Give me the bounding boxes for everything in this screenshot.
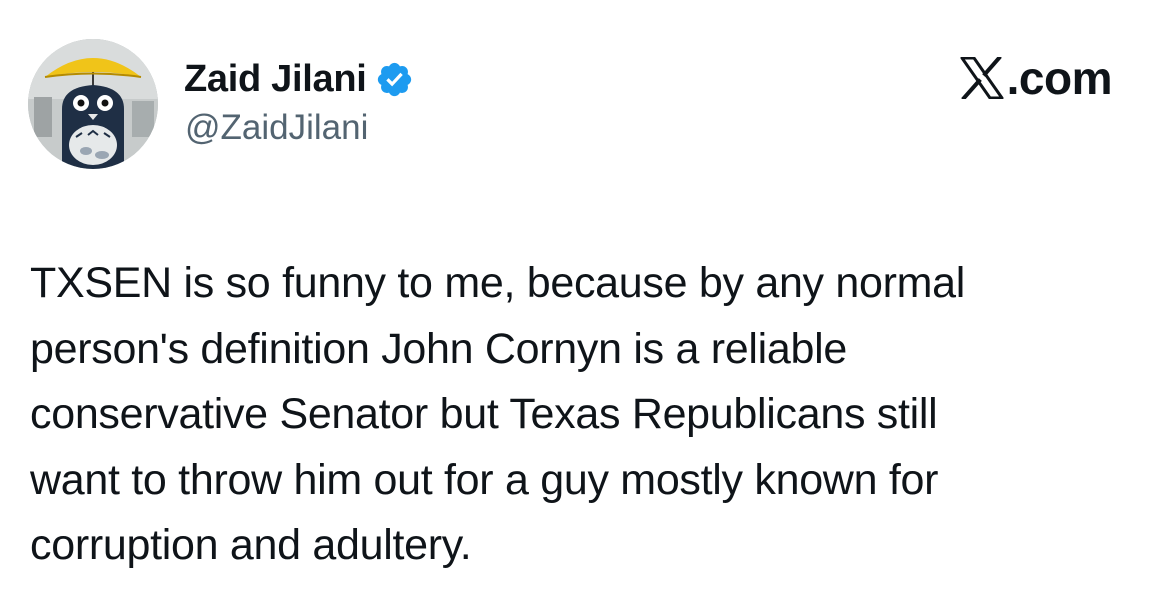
author-display-name[interactable]: Zaid Jilani bbox=[184, 58, 367, 101]
tweet-line: conservative Senator but Texas Republica… bbox=[30, 390, 938, 438]
tweet-line: person's definition John Cornyn is a rel… bbox=[30, 324, 847, 373]
author-name-row: Zaid Jilani bbox=[184, 55, 414, 103]
avatar-image bbox=[28, 39, 158, 169]
brand-suffix: .com bbox=[1006, 52, 1113, 104]
tweet-text: TXSEN is so funny to me, because by any … bbox=[30, 251, 1145, 579]
brand-watermark: .com bbox=[960, 52, 1113, 104]
tweet-line: TXSEN is so funny to me, because by any … bbox=[30, 259, 966, 307]
x-logo-icon bbox=[960, 57, 1004, 99]
verified-badge-icon bbox=[375, 60, 414, 99]
tweet-line: want to throw him out for a guy mostly k… bbox=[30, 455, 939, 504]
avatar[interactable] bbox=[28, 39, 158, 169]
tweet-line: corruption and adultery. bbox=[30, 521, 472, 569]
author-handle[interactable]: @ZaidJilani bbox=[185, 108, 368, 148]
